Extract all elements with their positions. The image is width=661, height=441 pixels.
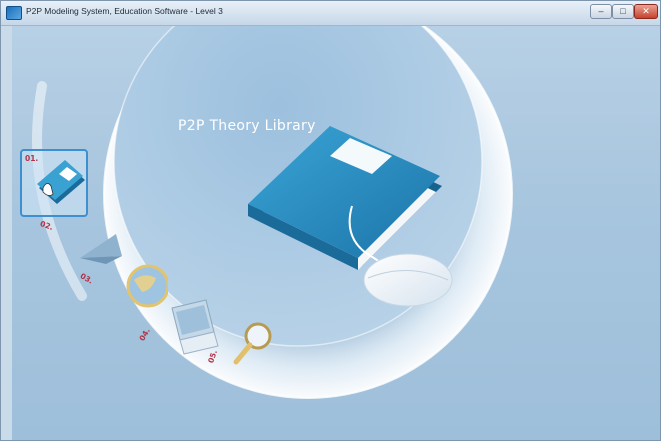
- menu-item-01[interactable]: 01.: [21, 150, 87, 216]
- app-window: P2P Modeling System, Education Software …: [0, 0, 661, 441]
- menu-item-05[interactable]: 05.: [202, 316, 282, 376]
- minimize-button[interactable]: –: [590, 4, 612, 19]
- main-stage: P2P Theory Library 01. 02. 03. 04. 05.: [12, 26, 660, 440]
- app-icon: [6, 6, 22, 20]
- close-button[interactable]: ✕: [634, 4, 658, 19]
- library-title: P2P Theory Library: [178, 118, 316, 134]
- maximize-button[interactable]: □: [612, 4, 634, 19]
- window-title: P2P Modeling System, Education Software …: [26, 6, 223, 16]
- magnifier-icon: [233, 322, 272, 365]
- book-icon: [37, 160, 85, 204]
- title-bar[interactable]: P2P Modeling System, Education Software …: [1, 1, 660, 26]
